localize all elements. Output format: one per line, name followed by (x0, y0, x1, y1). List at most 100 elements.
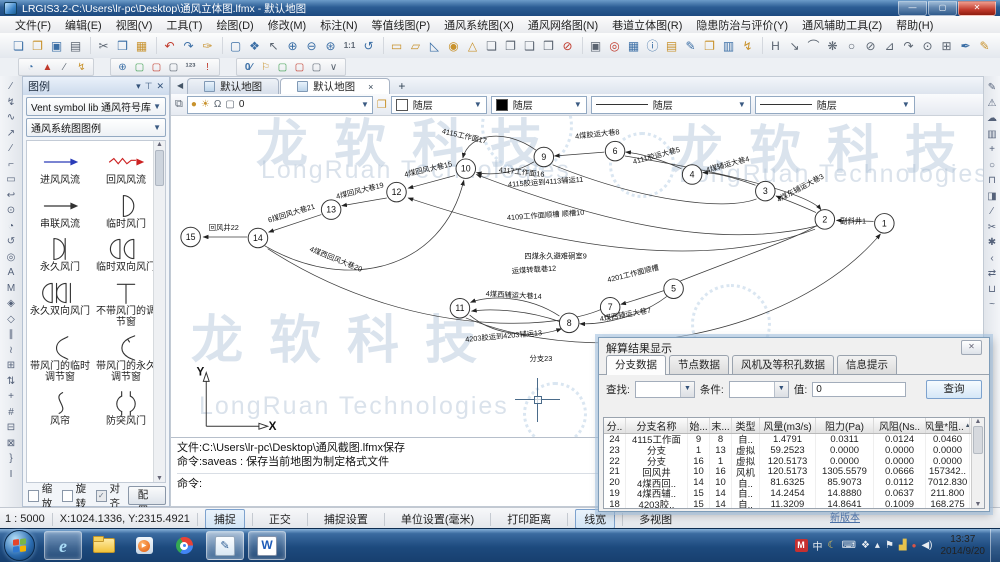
tool-button[interactable]: ≀ (9, 343, 13, 359)
map-tab[interactable]: 默认地图 (187, 78, 279, 94)
tool-button[interactable]: # (8, 405, 14, 421)
statusbar-toggle-2[interactable]: 正交 (260, 509, 300, 529)
legend-item[interactable]: 带风门的永久调节窗 (93, 335, 159, 384)
tool-button[interactable]: ∕ (10, 79, 12, 95)
toolbar-button[interactable]: ▦ (133, 37, 150, 54)
toolbar-button[interactable]: ↺ (360, 37, 377, 54)
toolbar-button[interactable]: ⊖ (303, 37, 320, 54)
table-row[interactable]: 184203胶..1514自..11.320914.86410.1009168.… (604, 499, 984, 509)
show-desktop-button[interactable] (990, 529, 1000, 562)
toolbar-button[interactable]: ❒ (114, 37, 131, 54)
table-column-header[interactable]: 风量*阻..▲ (926, 418, 970, 433)
toolbar-button[interactable]: ∨ (326, 60, 341, 74)
taskbar-app-ie[interactable]: e (44, 531, 82, 560)
statusbar-toggle-4[interactable]: 单位设置(毫米) (392, 509, 483, 529)
tool-button[interactable]: ☁ (987, 111, 997, 127)
symbol-library-select[interactable]: Vent symbol lib 通风符号库 ▼ (26, 97, 166, 116)
legend-item[interactable]: 永久双向风门 (27, 280, 93, 329)
toolbar-button[interactable]: ❐ (29, 37, 46, 54)
legend-item[interactable]: 回风风流 (93, 149, 159, 187)
legend-item[interactable]: 临时风门 (93, 193, 159, 231)
dialog-tab-item[interactable]: 风机及等积孔数据 (732, 355, 834, 374)
tool-button[interactable]: ⊔ (988, 282, 996, 298)
toolbar-button[interactable]: ❋ (824, 37, 841, 54)
toolbar-button[interactable]: ▣ (587, 37, 604, 54)
menu-item[interactable]: 通风网络图(N) (521, 16, 605, 34)
table-column-header[interactable]: 阻力(Pa) (816, 418, 874, 433)
legend-category-select[interactable]: 通风系统图图例 ▼ (26, 118, 166, 137)
menu-item[interactable]: 标注(N) (313, 16, 364, 34)
menu-item[interactable]: 编辑(E) (58, 16, 109, 34)
volume-icon[interactable]: ◀) (921, 540, 932, 551)
table-column-header[interactable]: 风阻(Ns.. (874, 418, 926, 433)
tool-button[interactable]: + (8, 389, 14, 405)
layer-folder-icon[interactable]: ❐ (377, 98, 387, 111)
legend-item[interactable]: 进风风流 (27, 149, 93, 187)
layer-select[interactable]: ● ☀ Ω ▢ 0 ▼ (187, 96, 373, 114)
scroll-up-icon[interactable]: ▲ (975, 418, 982, 425)
toolbar-button[interactable]: ▢ (309, 60, 324, 74)
apps-icon[interactable]: ❖ (861, 540, 870, 551)
toolbar-button[interactable]: ↖ (265, 37, 282, 54)
map-tab-active[interactable]: 默认地图× (280, 78, 390, 94)
moon-icon[interactable]: ☾ (828, 540, 837, 551)
tool-button[interactable]: ▭ (6, 172, 15, 188)
table-column-header[interactable]: 始... (688, 418, 710, 433)
toolbar-button[interactable]: ⊞ (938, 37, 955, 54)
menu-item[interactable]: 等值线图(P) (365, 16, 438, 34)
menu-item[interactable]: 视图(V) (109, 16, 160, 34)
toolbar-button[interactable]: ⊕ (115, 60, 130, 74)
table-column-header[interactable]: 类型 (732, 418, 760, 433)
menu-item[interactable]: 文件(F) (8, 16, 58, 34)
tool-button[interactable]: ◎ (7, 250, 16, 266)
toolbar-button[interactable]: ⌒ (805, 37, 822, 54)
toolbar-button[interactable]: ! (200, 60, 215, 74)
menu-item[interactable]: 通风系统图(X) (437, 16, 521, 34)
fill-color-select[interactable]: 随层 ▼ (391, 96, 487, 114)
toolbar-button[interactable]: ▥ (720, 37, 737, 54)
toolbar-button[interactable]: ✎ (976, 37, 993, 54)
tool-button[interactable]: ⇄ (988, 266, 996, 282)
toolbar-button[interactable]: 1:1 (341, 37, 358, 54)
menu-item[interactable]: 巷道立体图(R) (605, 16, 689, 34)
scroll-down-icon[interactable]: ▼ (975, 501, 982, 508)
toolbar-button[interactable]: ⊿ (881, 37, 898, 54)
toolbar-button[interactable]: ↷ (180, 37, 197, 54)
toolbar-button[interactable]: ▢ (227, 37, 244, 54)
dialog-tab-active[interactable]: 分支数据 (606, 355, 666, 375)
align-checkbox[interactable]: ✓ (96, 490, 107, 502)
tool-button[interactable]: ∕ (10, 141, 12, 157)
legend-item[interactable]: 防突风门 (93, 390, 159, 428)
network-signal-icon[interactable]: ▟ (899, 540, 907, 551)
legend-item[interactable]: 串联风流 (27, 193, 93, 231)
toolbar-button[interactable]: ▱ (407, 37, 424, 54)
toolbar-button[interactable]: ◔ (23, 60, 38, 74)
tool-button[interactable]: ∥ (9, 327, 14, 343)
toolbar-button[interactable]: ○ (843, 37, 860, 54)
legend-scrollbar[interactable]: ▲ ▼ (153, 141, 165, 482)
legend-item[interactable]: 风帘 (27, 390, 93, 428)
toolbar-button[interactable]: ↷ (900, 37, 917, 54)
layer-manager-icon[interactable]: ⧉ (175, 98, 183, 111)
tool-button[interactable]: } (9, 451, 12, 467)
toolbar-button[interactable]: ❒ (540, 37, 557, 54)
menu-item[interactable]: 工具(T) (159, 16, 209, 34)
toolbar-button[interactable]: ◎ (606, 37, 623, 54)
config-button[interactable]: 配置 (128, 486, 166, 505)
tool-button[interactable]: ∕ (991, 204, 993, 220)
menu-item[interactable]: 隐患防治与评价(Y) (689, 16, 795, 34)
toolbar-button[interactable]: ▤ (67, 37, 84, 54)
tool-button[interactable]: ✱ (988, 235, 996, 251)
line-color-select[interactable]: 随层 ▼ (491, 96, 587, 114)
tool-button[interactable]: + (989, 142, 995, 158)
tab-scroll-left-icon[interactable]: ◀ (173, 81, 187, 90)
dialog-tab-item[interactable]: 信息提示 (837, 355, 897, 374)
toolbar-button[interactable]: ↶ (161, 37, 178, 54)
tool-button[interactable]: ↺ (7, 234, 15, 250)
linetype-select[interactable]: 随层 ▼ (591, 96, 751, 114)
show-hidden-icon[interactable]: ▴ (875, 540, 880, 551)
legend-item[interactable]: 临时双向风门 (93, 236, 159, 274)
legend-item[interactable]: 带风门的临时调节窗 (27, 335, 93, 384)
value-input[interactable]: 0 (812, 382, 906, 397)
query-button[interactable]: 查询 (926, 380, 982, 399)
